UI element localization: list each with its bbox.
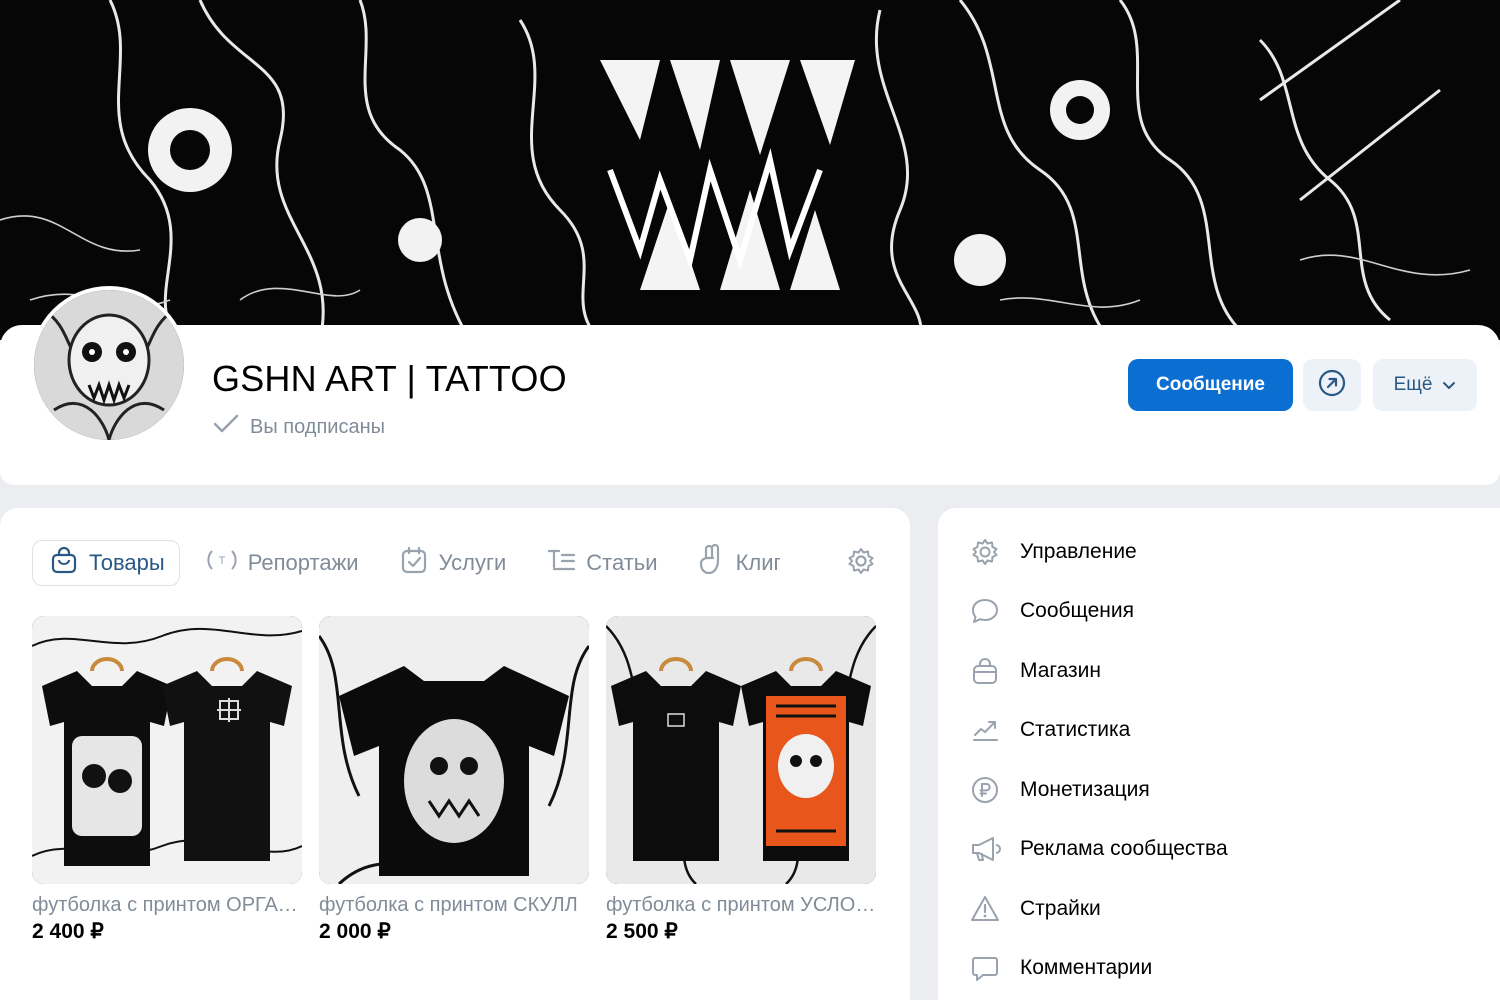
menu-item-shop[interactable]: Магазин [968, 641, 1228, 701]
menu-item-label: Управление [1020, 539, 1137, 563]
menu-item-label: Магазин [1020, 658, 1102, 682]
message-button[interactable]: Сообщение [1128, 359, 1293, 411]
menu-item-label: Комментарии [1020, 956, 1153, 980]
products-list: футболка с принтом ОРГАЗМ НЕНАВИСТИ 2 40… [32, 616, 876, 944]
product-image[interactable] [606, 616, 876, 884]
menu-item-strikes[interactable]: Страйки [968, 879, 1228, 939]
more-button[interactable]: Ещё [1373, 359, 1477, 411]
menu-item-monetization[interactable]: Монетизация [968, 760, 1228, 820]
tab-label: Репортажи [247, 550, 359, 575]
cover-image [0, 0, 1500, 340]
stats-icon [968, 713, 1002, 747]
subscription-label: Вы подписаны [250, 415, 385, 438]
menu-item-label: Статистика [1020, 718, 1131, 742]
tab-clips[interactable]: Клипы [684, 540, 780, 586]
admin-menu: Управление Сообщения Магазин Статистика [968, 522, 1228, 998]
product-title[interactable]: футболка с принтом СКУЛЛ [319, 894, 589, 917]
share-button[interactable] [1303, 359, 1361, 411]
menu-item-messages[interactable]: Сообщения [968, 582, 1228, 642]
menu-item-comments[interactable]: Комментарии [968, 939, 1228, 999]
share-arrow-icon [1317, 368, 1347, 403]
product-price: 2 000 ₽ [319, 920, 391, 943]
subscription-status[interactable]: Вы подписаны [212, 413, 385, 441]
megaphone-icon [968, 832, 1002, 866]
product-image[interactable] [319, 616, 589, 884]
tab-label: Клипы [735, 550, 780, 575]
avatar[interactable] [30, 286, 188, 444]
menu-item-community-ads[interactable]: Реклама сообщества [968, 820, 1228, 880]
bag-icon [49, 545, 79, 581]
chevron-down-icon [1442, 374, 1456, 396]
live-icon: T [206, 546, 238, 580]
product-title[interactable]: футболка с принтом ОРГАЗМ НЕНАВИСТИ [32, 894, 302, 917]
clips-icon [698, 543, 726, 582]
menu-item-label: Страйки [1020, 896, 1101, 920]
warning-icon [968, 892, 1002, 926]
product-price: 2 400 ₽ [32, 920, 104, 943]
svg-text:T: T [218, 555, 225, 567]
check-icon [212, 413, 240, 441]
menu-item-label: Реклама сообщества [1020, 837, 1228, 861]
message-icon [968, 594, 1002, 628]
product-price: 2 500 ₽ [606, 920, 678, 943]
section-tabs: Товары T Репортажи Услуги Статьи Клип [32, 539, 792, 587]
menu-item-manage[interactable]: Управление [968, 522, 1228, 582]
product-image[interactable] [32, 616, 302, 884]
tab-label: Товары [89, 550, 165, 575]
product-card[interactable]: футболка с принтом СКУЛЛ 2 000 ₽ [319, 616, 589, 944]
bag-icon [968, 654, 1002, 688]
tab-label: Услуги [438, 550, 507, 575]
tab-reports[interactable]: T Репортажи [192, 540, 373, 586]
menu-item-stats[interactable]: Статистика [968, 701, 1228, 761]
tab-goods[interactable]: Товары [32, 540, 180, 586]
group-name: GSHN ART | TATTOO [212, 358, 567, 399]
tab-articles[interactable]: Статьи [532, 540, 671, 586]
product-title[interactable]: футболка с принтом УСЛОВИЯ [606, 894, 876, 917]
calendar-check-icon [399, 545, 429, 581]
comment-icon [968, 951, 1002, 985]
tabs-settings-button[interactable] [843, 545, 879, 581]
gear-icon [968, 535, 1002, 569]
ruble-icon [968, 773, 1002, 807]
text-icon [546, 545, 576, 581]
menu-item-label: Монетизация [1020, 777, 1150, 801]
gear-icon [846, 546, 876, 581]
tab-services[interactable]: Услуги [385, 540, 521, 586]
menu-item-label: Сообщения [1020, 599, 1134, 623]
more-label: Ещё [1393, 374, 1433, 395]
product-card[interactable]: футболка с принтом УСЛОВИЯ 2 500 ₽ [606, 616, 876, 944]
product-card[interactable]: футболка с принтом ОРГАЗМ НЕНАВИСТИ 2 40… [32, 616, 302, 944]
tab-label: Статьи [586, 550, 658, 575]
